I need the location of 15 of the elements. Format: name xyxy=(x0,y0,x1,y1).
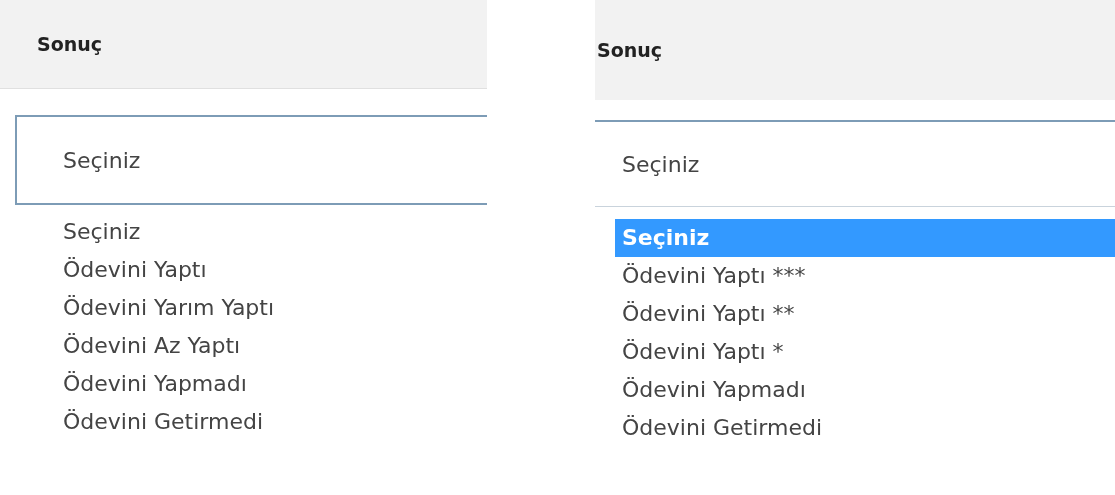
dropdown-option[interactable]: Ödevini Yapmadı xyxy=(63,365,487,403)
dropdown-field[interactable]: Seçiniz xyxy=(595,120,1115,207)
dropdown-field[interactable]: Seçiniz xyxy=(15,115,487,205)
dropdown-option[interactable]: Ödevini Yaptı * xyxy=(615,333,1115,371)
dropdown-option[interactable]: Ödevini Yapmadı xyxy=(615,371,1115,409)
column-header: Sonuç xyxy=(595,0,1115,100)
dropdown-option[interactable]: Ödevini Yaptı xyxy=(63,251,487,289)
dropdown-option[interactable]: Ödevini Yaptı *** xyxy=(615,257,1115,295)
dropdown-option[interactable]: Ödevini Az Yaptı xyxy=(63,327,487,365)
column-header: Sonuç xyxy=(0,0,487,89)
dropdown-option[interactable]: Seçiniz xyxy=(63,213,487,251)
dropdown-option[interactable]: Ödevini Getirmedi xyxy=(63,403,487,441)
dropdown-option[interactable]: Ödevini Getirmedi xyxy=(615,409,1115,447)
dropdown-option[interactable]: Ödevini Yarım Yaptı xyxy=(63,289,487,327)
dropdown-option[interactable]: Ödevini Yaptı ** xyxy=(615,295,1115,333)
